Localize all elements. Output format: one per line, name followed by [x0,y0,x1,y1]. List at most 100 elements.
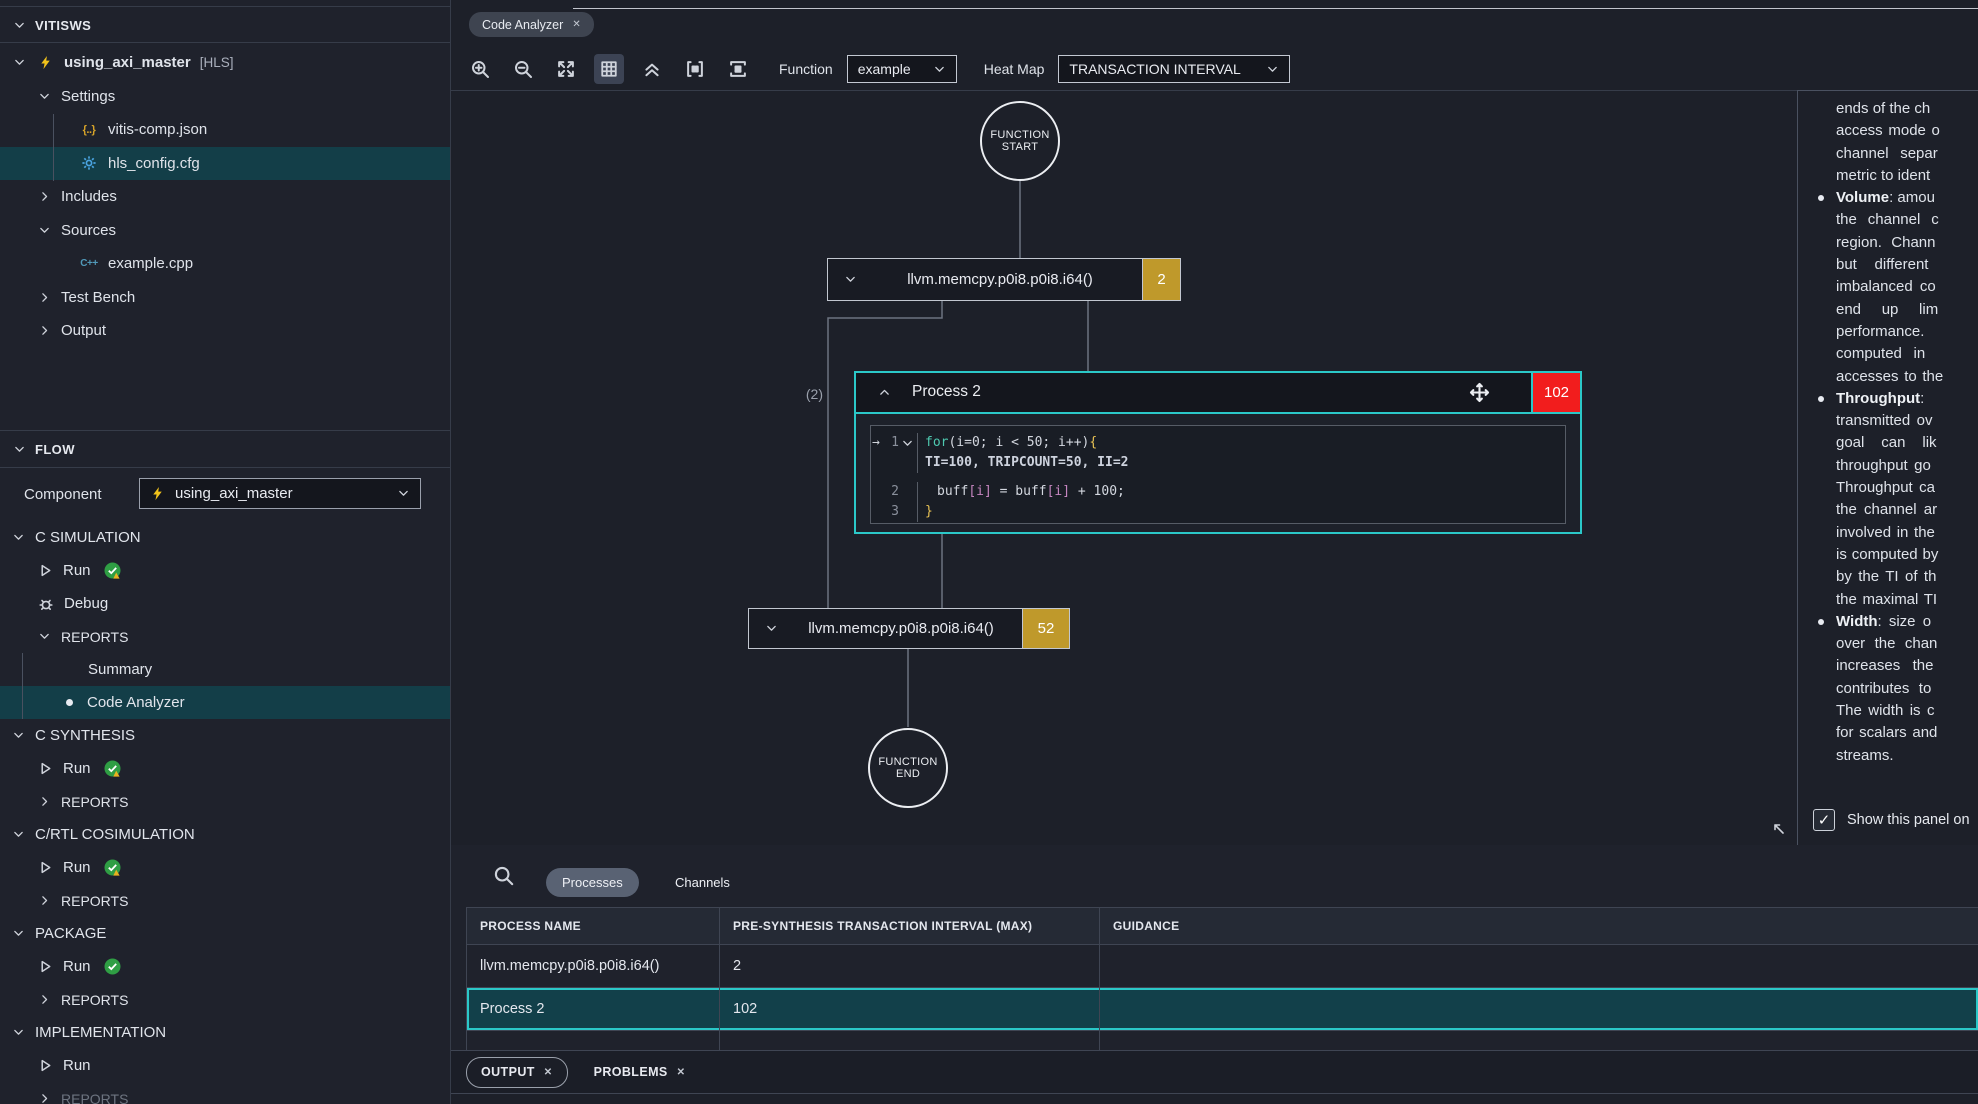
flow-item-run[interactable]: Run [0,554,450,587]
flow-item-reports[interactable]: REPORTS [0,785,450,818]
flow-header[interactable]: FLOW [0,433,450,465]
tab-problems[interactable]: PROBLEMS ✕ [580,1058,700,1087]
collapse-all-icon [642,59,662,79]
distribute-vertical-button[interactable] [723,54,753,84]
check-warning-status-icon [104,562,121,579]
chevron-down-icon[interactable] [901,437,914,450]
tab-code-analyzer[interactable]: Code Analyzer ✕ [469,12,594,37]
play-icon [38,1058,53,1073]
table-row[interactable]: Process 2102 [467,988,1978,1031]
ti-badge: 52 [1022,609,1069,648]
zoom-in-button[interactable] [465,54,495,84]
function-label: Function [779,61,833,77]
code-token: buff [1015,484,1046,499]
chevron-down-icon [12,531,25,544]
ti-badge-red: 102 [1531,373,1580,412]
flow-item-run[interactable]: Run [0,851,450,884]
help-text-line: access mode o [1798,120,1978,142]
chevron-right-icon [38,993,51,1006]
heatmap-select[interactable]: TRANSACTION INTERVAL [1058,55,1290,83]
flow-item-c-rtl-cosimulation[interactable]: C/RTL COSIMULATION [0,818,450,851]
flow-item-c-synthesis[interactable]: C SYNTHESIS [0,719,450,752]
process-2-header[interactable]: Process 2 102 [856,373,1580,414]
flow-item-reports[interactable]: REPORTS [0,983,450,1016]
flow-title: FLOW [35,442,75,457]
flow-item-run[interactable]: Run [0,752,450,785]
chevron-down-icon [765,622,778,635]
collapse-all-button[interactable] [637,54,667,84]
divider [0,42,450,43]
flow-item-label: Run [63,958,91,975]
tree-item-label: Settings [61,88,115,105]
table-row[interactable]: llvm.memcpy.p0i8.p0i8.i64()2 [467,945,1978,988]
grid-view-button[interactable] [594,54,624,84]
flow-item-reports[interactable]: REPORTS [0,1082,450,1104]
flow-item-code-analyzer[interactable]: Code Analyzer [0,686,450,719]
workspace-title: VITISWS [35,18,91,33]
tree-item-vitis-comp-json[interactable]: {..}vitis-comp.json [0,113,450,147]
function-end-node[interactable]: FUNCTION END [868,728,948,808]
function-select[interactable]: example [847,55,957,83]
show-panel-checkbox[interactable]: ✓ [1813,809,1835,831]
code-token: { [1089,435,1097,450]
memcpy-node-2[interactable]: llvm.memcpy.p0i8.p0i8.i64() 52 [748,608,1070,649]
table-cell [1100,988,1978,1030]
component-select[interactable]: using_axi_master [139,478,421,509]
workspace-header[interactable]: VITISWS [0,10,450,40]
close-icon[interactable]: ✕ [544,1067,553,1078]
help-text-line: accesses to the [1798,366,1978,388]
tree-item-using-axi-master[interactable]: using_axi_master[HLS] [0,46,450,80]
tree-item-output[interactable]: Output [0,314,450,348]
chevron-down-icon [1266,63,1279,76]
table-row[interactable] [467,1031,1978,1050]
tree-item-settings[interactable]: Settings [0,80,450,114]
filter-processes[interactable]: Processes [546,868,639,897]
flow-item-run[interactable]: Run [0,950,450,983]
search-icon[interactable] [493,865,514,886]
flow-reports-label: REPORTS [61,1091,128,1104]
close-icon[interactable]: ✕ [572,19,580,30]
flow-reports-label: REPORTS [61,794,128,810]
fit-screen-button[interactable] [551,54,581,84]
dataflow-graph-canvas[interactable]: FUNCTION START llvm.memcpy.p0i8.p0i8.i64… [451,90,1797,847]
flow-item-reports[interactable]: REPORTS [0,884,450,917]
gear-icon [80,155,98,171]
tree-item-example-cpp[interactable]: C++example.cpp [0,247,450,281]
flow-item-c-simulation[interactable]: C SIMULATION [0,521,450,554]
close-icon[interactable]: ✕ [677,1067,686,1078]
tree-item-hls-config-cfg[interactable]: hls_config.cfg [0,147,450,181]
distribute-horizontal-button[interactable] [680,54,710,84]
flow-item-reports[interactable]: REPORTS [0,620,450,653]
flow-item-summary[interactable]: Summary [0,653,450,686]
flow-item-debug[interactable]: Debug [0,587,450,620]
help-text-line: metric to ident [1798,165,1978,187]
table-cell: Process 2 [467,988,720,1030]
help-text-line: imbalanced co [1798,276,1978,298]
graph-toolbar: Function example Heat Map TRANSACTION IN… [451,48,1978,90]
tree-item-test-bench[interactable]: Test Bench [0,281,450,315]
flow-item-run[interactable]: Run [0,1049,450,1082]
process-2-node[interactable]: Process 2 102 → 1 for(i=0; i < 50; i++){ [854,371,1582,534]
line-number: 2 [885,482,899,502]
flow-item-package[interactable]: PACKAGE [0,917,450,950]
zoom-out-button[interactable] [508,54,538,84]
chevron-down-icon [12,927,25,940]
filter-channels[interactable]: Channels [659,868,746,897]
function-start-node[interactable]: FUNCTION START [980,101,1060,181]
code-line: 3 } [871,502,1565,522]
play-icon [38,860,53,875]
help-text-line: is computed by [1798,544,1978,566]
tree-item-includes[interactable]: Includes [0,180,450,214]
check-warning-status-icon [104,760,121,777]
tree-item-sources[interactable]: Sources [0,214,450,248]
distribute-horizontal-icon [685,59,705,79]
tab-output[interactable]: OUTPUT ✕ [466,1057,568,1088]
fit-screen-icon [556,59,576,79]
chevron-down-icon [38,224,51,237]
move-handle-icon[interactable] [1469,382,1490,403]
flow-item-implementation[interactable]: IMPLEMENTATION [0,1016,450,1049]
memcpy-node-1[interactable]: llvm.memcpy.p0i8.p0i8.i64() 2 [827,258,1181,301]
chevron-down-icon [13,19,26,32]
chevron-right-icon [38,1092,51,1104]
table-cell [467,1031,720,1050]
